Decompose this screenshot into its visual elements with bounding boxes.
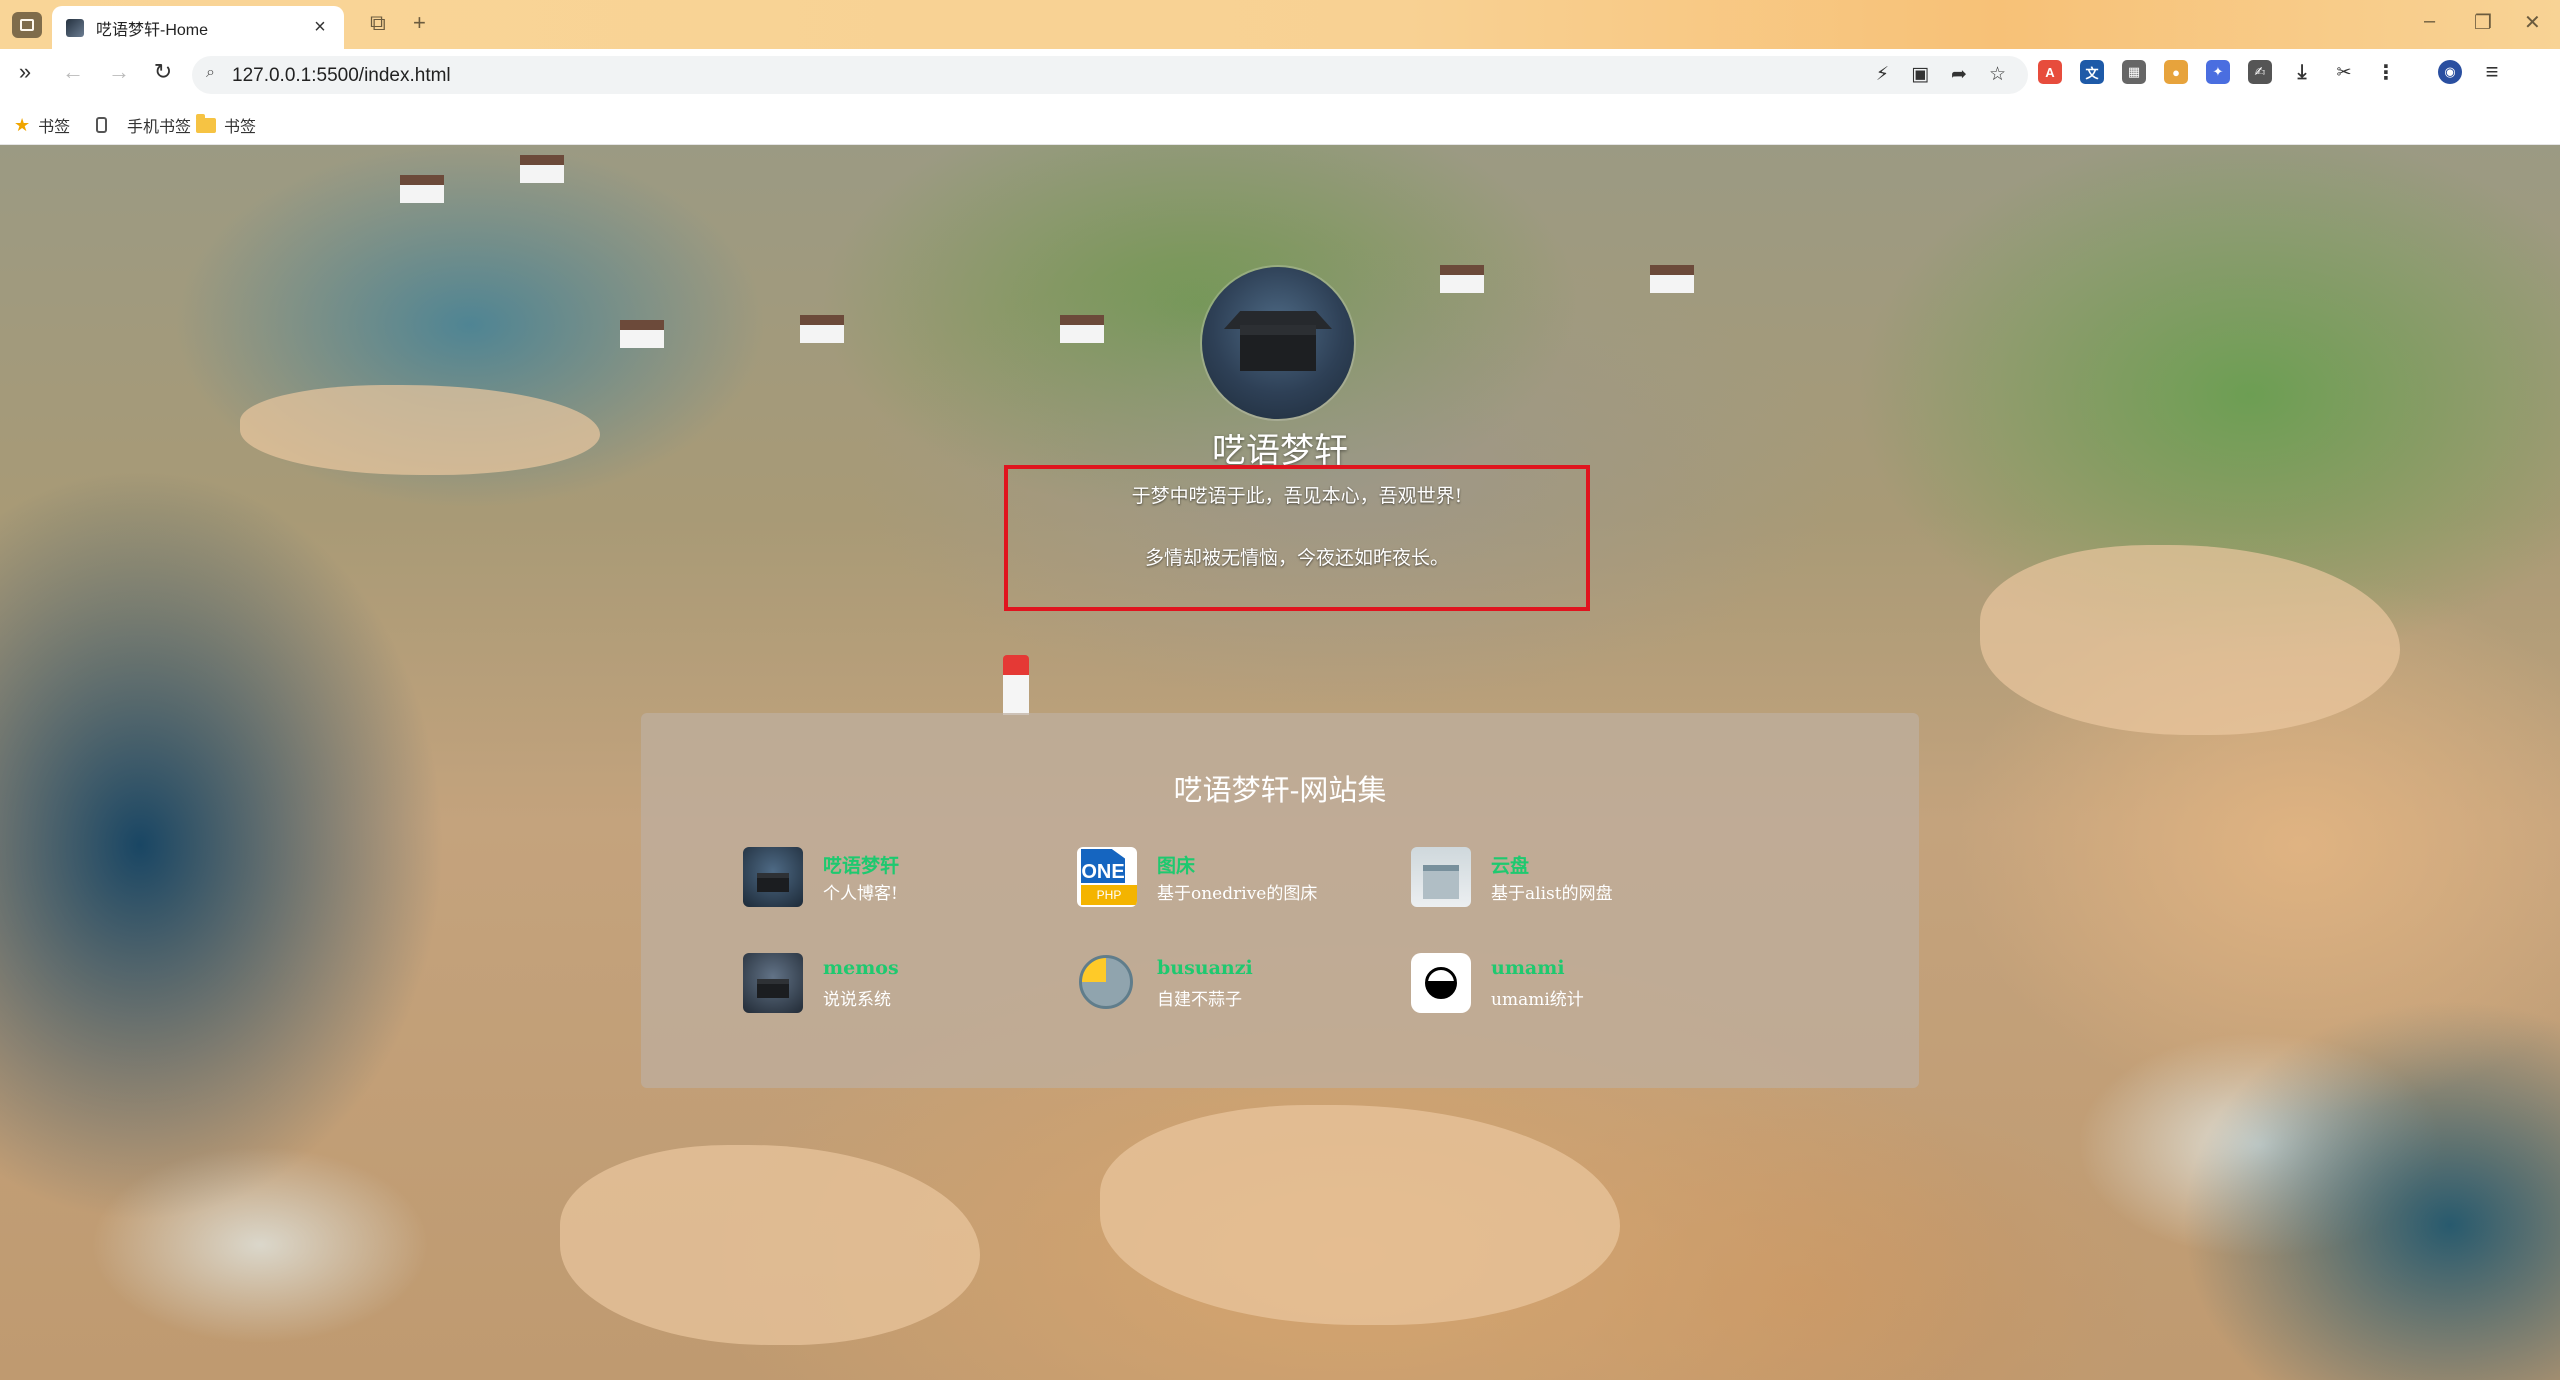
site-link-image-host[interactable]: ONE PHP 图床 基于onedrive的图床 bbox=[1077, 847, 1377, 909]
site-name[interactable]: memos bbox=[823, 957, 899, 979]
restore-icon[interactable]: ❐ bbox=[2474, 10, 2492, 35]
site-link-cloud-drive[interactable]: 云盘 基于alist的网盘 bbox=[1411, 847, 1711, 909]
download-icon[interactable]: ⤓ bbox=[2290, 60, 2314, 84]
pdf-extension-icon[interactable]: A bbox=[2038, 60, 2062, 84]
background-house bbox=[1060, 315, 1104, 343]
background-house bbox=[1440, 265, 1484, 293]
background-rock bbox=[560, 1145, 980, 1345]
site-desc: umami统计 bbox=[1491, 990, 1584, 1010]
motto-line-1: 于梦中呓语于此，吾见本心，吾观世界! bbox=[1131, 485, 1463, 507]
busuanzi-icon bbox=[1077, 953, 1137, 1013]
cloud-icon bbox=[1411, 847, 1471, 907]
star-icon: ★ bbox=[14, 114, 31, 135]
background-house bbox=[1650, 265, 1694, 293]
blog-icon bbox=[743, 847, 803, 907]
site-name[interactable]: 图床 bbox=[1157, 851, 1195, 878]
site-name[interactable]: busuanzi bbox=[1157, 957, 1253, 979]
bookmark-item[interactable]: 手机书签 bbox=[96, 113, 191, 137]
back-icon[interactable]: ← bbox=[58, 59, 88, 85]
bookmark-item[interactable]: 书签 bbox=[196, 113, 256, 137]
page-viewport: 呓语梦轩 于梦中呓语于此，吾见本心，吾观世界! 多情却被无情恼，今夜还如昨夜长。… bbox=[0, 145, 2560, 1380]
avatar-extension-icon[interactable]: ● bbox=[2164, 60, 2188, 84]
reload-icon[interactable]: ↻ bbox=[148, 59, 178, 85]
translate-extension-icon[interactable]: 文 bbox=[2080, 60, 2104, 84]
screenshot-icon[interactable]: ▣ bbox=[1911, 63, 1929, 86]
site-desc: 说说系统 bbox=[823, 990, 891, 1010]
sign-extension-icon[interactable]: ✍ bbox=[2248, 60, 2272, 84]
background-house bbox=[400, 175, 444, 203]
site-name[interactable]: umami bbox=[1491, 957, 1565, 979]
onedrive-icon: ONE PHP bbox=[1077, 847, 1137, 907]
bookmark-label: 手机书签 bbox=[127, 119, 192, 136]
tab-bar: 呓语梦轩-Home × ⧉ + – ❐ ✕ bbox=[0, 0, 2560, 49]
more-menu-icon[interactable]: ⋮ bbox=[2374, 60, 2398, 84]
qr-code-extension-icon[interactable]: ▦ bbox=[2122, 60, 2146, 84]
memos-icon bbox=[743, 953, 803, 1013]
new-tab-icon[interactable]: + bbox=[413, 10, 426, 36]
site-link-busuanzi[interactable]: busuanzi 自建不蒜子 bbox=[1077, 953, 1377, 1015]
search-icon: ⌕ bbox=[206, 64, 215, 81]
extensions-bar: A 文 ▦ ● ✦ ✍ ⤓ ✂ ⋮ ◉ ≡ bbox=[2038, 59, 2504, 84]
bookmark-label: 书签 bbox=[224, 119, 257, 136]
cut-extension-icon[interactable]: ✂ bbox=[2332, 60, 2356, 84]
minimize-icon[interactable]: – bbox=[2424, 10, 2435, 33]
site-desc: 个人博客! bbox=[823, 884, 898, 904]
expand-sidebar-icon[interactable]: » bbox=[10, 59, 40, 85]
site-link-blog[interactable]: 呓语梦轩 个人博客! bbox=[743, 847, 1043, 909]
site-desc: 基于onedrive的图床 bbox=[1157, 884, 1318, 904]
phone-icon bbox=[96, 117, 107, 133]
bookmark-label: 书签 bbox=[38, 119, 71, 136]
background-rock bbox=[240, 385, 600, 475]
tab-close-icon[interactable]: × bbox=[310, 16, 330, 39]
profile-avatar-icon[interactable]: ◉ bbox=[2438, 60, 2462, 84]
site-link-memos[interactable]: memos 说说系统 bbox=[743, 953, 1043, 1015]
browser-toolbar: » ← → ↻ ⌕ 127.0.0.1:5500/index.html ⚡ ▣ … bbox=[0, 49, 2560, 101]
tab-group-icon[interactable]: ⧉ bbox=[370, 10, 386, 36]
site-name[interactable]: 呓语梦轩 bbox=[823, 851, 899, 878]
bookmark-item[interactable]: ★ 书签 bbox=[14, 113, 70, 137]
tab-title: 呓语梦轩-Home bbox=[96, 21, 209, 39]
address-bar[interactable]: ⌕ 127.0.0.1:5500/index.html ⚡ ▣ ➦ ☆ bbox=[192, 56, 2028, 94]
motto-line-2: 多情却被无情恼，今夜还如昨夜长。 bbox=[1144, 547, 1449, 569]
close-window-icon[interactable]: ✕ bbox=[2524, 10, 2541, 35]
bookmarks-bar: ★ 书签 手机书签 书签 bbox=[0, 101, 2560, 145]
bird-extension-icon[interactable]: ✦ bbox=[2206, 60, 2230, 84]
umami-icon bbox=[1411, 953, 1471, 1013]
sites-card: 呓语梦轩-网站集 呓语梦轩 个人博客! ONE PHP 图床 基于onedriv… bbox=[641, 713, 1919, 1088]
avatar bbox=[1202, 267, 1354, 419]
site-desc: 基于alist的网盘 bbox=[1491, 884, 1613, 904]
favorite-star-icon[interactable]: ☆ bbox=[1989, 63, 2006, 86]
background-rock bbox=[1100, 1105, 1620, 1325]
lightning-icon[interactable]: ⚡ bbox=[1876, 63, 1889, 86]
background-house bbox=[800, 315, 844, 343]
url-text: 127.0.0.1:5500/index.html bbox=[232, 65, 451, 86]
forward-icon[interactable]: → bbox=[104, 59, 134, 85]
site-name[interactable]: 云盘 bbox=[1491, 851, 1529, 878]
share-icon[interactable]: ➦ bbox=[1951, 63, 1967, 86]
folder-icon bbox=[196, 113, 216, 133]
site-link-umami[interactable]: umami umami统计 bbox=[1411, 953, 1711, 1015]
tab-favicon-icon bbox=[66, 18, 84, 37]
avatar-building bbox=[1240, 325, 1316, 371]
background-rock bbox=[1980, 545, 2400, 735]
background-house bbox=[520, 155, 564, 183]
sites-title: 呓语梦轩-网站集 bbox=[1173, 773, 1387, 807]
hamburger-menu-icon[interactable]: ≡ bbox=[2480, 59, 2504, 84]
background-house bbox=[620, 320, 664, 348]
browser-tab[interactable]: 呓语梦轩-Home × bbox=[52, 6, 344, 49]
site-desc: 自建不蒜子 bbox=[1157, 990, 1242, 1010]
sidebar-toggle-icon[interactable] bbox=[12, 12, 42, 38]
lighthouse bbox=[1003, 655, 1029, 715]
